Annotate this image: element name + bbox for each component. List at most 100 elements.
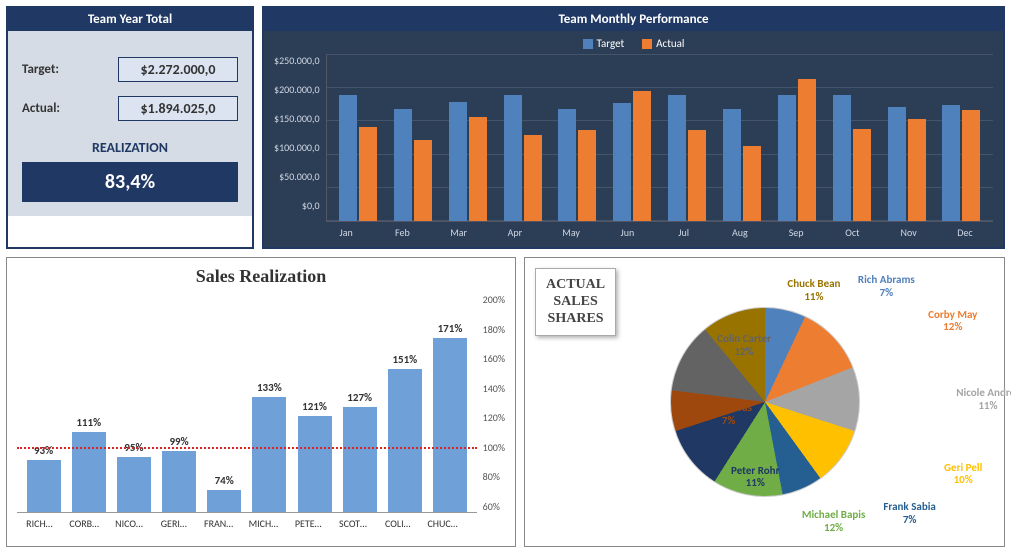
bar-label: 93% [25,444,63,457]
bar-target [668,95,686,221]
xtick: Jun [607,226,647,239]
ytick: $0,0 [302,199,320,212]
ytick: 80% [483,470,505,483]
xtick: Nov [889,226,929,239]
xtick: Jan [326,226,366,239]
ytick: 60% [483,500,505,513]
ytick: $200.000,0 [274,83,320,96]
ytick: 200% [483,293,505,306]
pie-slice-label: Corby May12% [913,309,993,334]
ytick: $100.000,0 [274,141,320,154]
realization-bar: 93% [27,460,61,512]
sales-realization-bars: 93%111%95%99%74%133%121%127%151%171% [17,293,477,513]
ytick: 180% [483,323,505,336]
reference-line [17,447,477,449]
actual-label: Actual: [22,101,60,116]
xtick: CHUC… [424,517,462,530]
xtick: Aug [720,226,760,239]
xtick: GERI… [155,517,193,530]
xtick: Jul [664,226,704,239]
bar-label: 99% [160,435,198,448]
target-value: $2.272.000,0 [118,57,238,82]
target-swatch-icon [583,39,593,49]
xtick: Apr [495,226,535,239]
bar-actual [908,119,926,221]
bar-target [504,95,522,221]
bar-actual [743,146,761,221]
xtick: Sep [776,226,816,239]
bar-target [778,95,796,221]
ytick: $250.000,0 [274,54,320,67]
monthly-performance-header: Team Monthly Performance [264,8,1003,31]
monthly-performance-chart: Target Actual $250.000,0 $200.000,0 $150.0… [264,31,1003,247]
bar-group [833,54,871,221]
bar-group [394,54,432,221]
legend-target: Target [583,37,625,50]
realization-bar: 74% [207,490,241,512]
sales-realization-yaxis: 200%180%160%140%120%100%80%60% [477,293,505,513]
monthly-yaxis: $250.000,0 $200.000,0 $150.000,0 $100.000,0… [274,54,326,212]
realization-bar: 95% [117,457,151,512]
ytick: 100% [483,441,505,454]
realization-bar: 111% [72,432,106,512]
ytick: $150.000,0 [274,112,320,125]
pie-badge-line1: ACTUAL [546,277,605,294]
sales-realization-title: Sales Realization [17,266,505,287]
bar-group [339,54,377,221]
bar-group [449,54,487,221]
target-label: Target: [22,62,59,77]
monthly-legend: Target Actual [274,35,993,54]
bar-group [888,54,926,221]
bar-target [888,107,906,221]
pie-slice-label: Chuck Bean11% [774,278,854,303]
ytick: $50.000,0 [279,170,320,183]
bar-label: 133% [250,381,288,394]
bar-group [723,54,761,221]
xtick: NICO… [110,517,148,530]
monthly-bars [327,54,993,221]
xtick: Mar [439,226,479,239]
bar-actual [798,79,816,221]
pie-panel: ACTUAL SALES SHARES Rich Abrams7%Corby M… [524,257,1005,547]
pie-slice-label: Colin Carter12% [704,333,784,358]
bar-actual [414,140,432,221]
pie-badge-line3: SHARES [546,311,605,328]
realization-bar: 151% [388,369,422,512]
bar-label: 111% [70,416,108,429]
bar-group [558,54,596,221]
bar-group [668,54,706,221]
bar-target [339,95,357,221]
bar-group [613,54,651,221]
pie-slice-label: Peter Rohr11% [715,465,795,490]
realization-pct: 83,4% [22,162,238,202]
actual-swatch-icon [642,39,652,49]
legend-target-label: Target [597,37,625,50]
pie-slice-label: Michael Bapis12% [794,509,874,534]
xtick: Oct [832,226,872,239]
xtick: RICH… [20,517,58,530]
pie-slice-label: Scott Tiras7% [689,402,769,427]
bar-label: 151% [386,353,424,366]
xtick: Feb [382,226,422,239]
bar-actual [578,130,596,221]
realization-bar: 121% [298,416,332,512]
actual-value: $1.894.025,0 [118,96,238,121]
sales-realization-xaxis: RICH…CORB…NICO…GERI…FRAN…MICH…PETE…SCOT…… [17,513,505,530]
bar-target [613,103,631,221]
realization-bar: 171% [433,338,467,512]
bar-actual [469,117,487,221]
bar-label: 74% [205,474,243,487]
xtick: COLI… [379,517,417,530]
bar-label: 171% [431,322,469,335]
monthly-performance-panel: Team Monthly Performance Target Actual $… [262,6,1005,249]
bar-target [723,109,741,221]
xtick: PETE… [289,517,327,530]
bar-actual [853,129,871,221]
bar-target [558,109,576,221]
team-year-total-panel: Team Year Total Target: $2.272.000,0 Act… [6,6,254,249]
monthly-plot-area [326,54,993,222]
bar-actual [633,91,651,221]
pie-slice-label: Rich Abrams7% [846,274,926,299]
realization-label: REALIZATION [22,139,238,156]
xtick: SCOT… [334,517,372,530]
